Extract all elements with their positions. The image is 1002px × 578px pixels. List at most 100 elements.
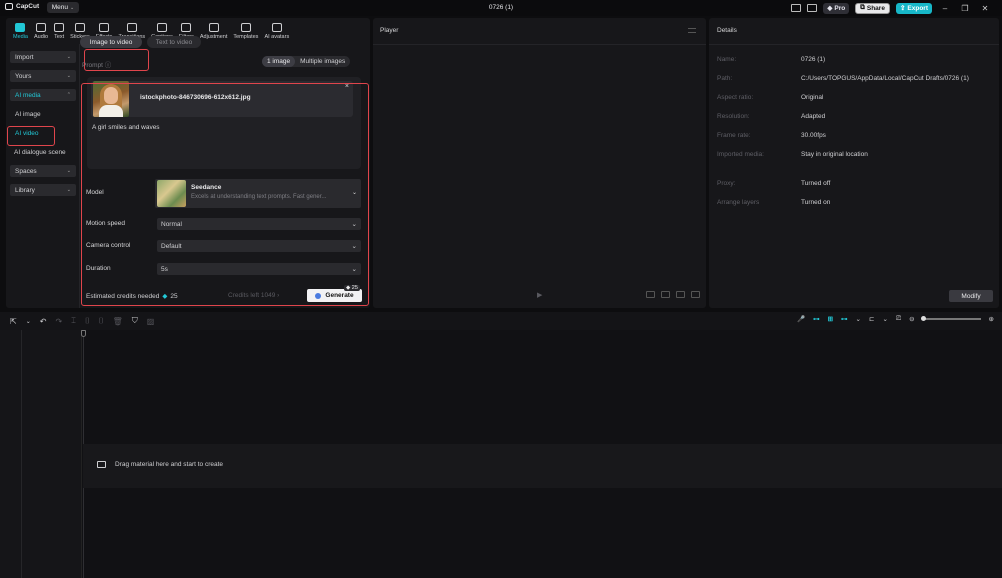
- split-right-icon[interactable]: ⌷: [99, 316, 104, 326]
- image-to-video-button[interactable]: Image to video: [80, 36, 142, 48]
- details-key: Imported media:: [717, 151, 764, 158]
- details-divider: [709, 44, 999, 45]
- drag-hint: Drag material here and start to create: [97, 461, 223, 468]
- tab-label: AI avatars: [264, 33, 290, 40]
- menu-icon[interactable]: [688, 28, 696, 33]
- delete-icon[interactable]: 🗑: [113, 317, 123, 326]
- export-button[interactable]: ⇪ Export: [895, 2, 932, 14]
- player-title: Player: [380, 27, 399, 34]
- layout-icon[interactable]: [791, 4, 802, 12]
- filters-icon: [181, 22, 192, 32]
- track-headers: [0, 330, 82, 578]
- details-key: Aspect ratio:: [717, 94, 754, 101]
- sidenav-library[interactable]: Library ⌄: [10, 184, 76, 196]
- zoom-slider[interactable]: [920, 316, 981, 321]
- select-cursor-icon[interactable]: ⇱: [10, 317, 17, 326]
- tab-templates[interactable]: Templates: [230, 18, 261, 44]
- share-button[interactable]: ⧉ Share: [855, 2, 890, 14]
- text-to-video-button[interactable]: Text to video: [147, 36, 201, 48]
- timeline: Drag material here and start to create: [0, 330, 1002, 578]
- undo-icon[interactable]: ↶: [40, 317, 47, 326]
- details-value: 30.00fps: [801, 132, 826, 139]
- shortcuts-icon[interactable]: [807, 4, 818, 12]
- chevron-down-icon[interactable]: ⌄: [26, 318, 31, 325]
- tab-label: Text: [54, 33, 65, 40]
- captions-icon: [157, 22, 167, 32]
- sidenav-yours-label: Yours: [15, 72, 32, 80]
- preview-axis-icon[interactable]: ⊏: [869, 315, 874, 323]
- zoom-in-icon[interactable]: ⊕: [989, 315, 994, 323]
- prompt-label: Prompt ⓘ: [82, 59, 111, 69]
- timeline-view-tools: 🎤 ⊶ ⊞ ⊶ ⌄ ⊏ ⌄ ⎚ ⊖ ⊕: [797, 315, 994, 323]
- pro-icon: ◆: [827, 5, 833, 12]
- image-count-toggle: 1 image Multiple images: [262, 56, 351, 67]
- chevron-up-icon: ⌃: [66, 92, 71, 98]
- modify-button[interactable]: Modify: [949, 290, 993, 302]
- sidenav-ai-dialogue-scene[interactable]: AI dialogue scene: [10, 146, 76, 158]
- redo-icon[interactable]: ↷: [55, 317, 62, 326]
- share-label: Share: [866, 4, 885, 12]
- details-key: Path:: [717, 75, 733, 82]
- image-icon[interactable]: ▨: [147, 317, 155, 326]
- sidenav-yours[interactable]: Yours ⌄: [10, 70, 76, 82]
- tab-text[interactable]: Text: [51, 18, 67, 44]
- fit-icon[interactable]: [646, 291, 655, 298]
- export-label: Export: [907, 4, 928, 12]
- playhead-handle[interactable]: [81, 330, 86, 337]
- sidenav-ai-image[interactable]: AI image: [10, 108, 76, 120]
- timeline-tools: ⇱ ⌄ ↶ ↷ ⌶ ⌷ ⌷ 🗑 ⛉ ▨: [10, 316, 154, 326]
- fullscreen-icon[interactable]: [691, 291, 700, 298]
- split-icon[interactable]: ⌶: [71, 316, 76, 326]
- drag-hint-text: Drag material here and start to create: [115, 461, 224, 468]
- chevron-down-icon[interactable]: ⌄: [856, 315, 861, 323]
- pro-button[interactable]: ◆ Pro: [823, 2, 850, 14]
- chevron-down-icon: ⌄: [66, 168, 71, 174]
- microphone-icon[interactable]: 🎤: [797, 315, 805, 323]
- tab-audio[interactable]: Audio: [31, 18, 51, 44]
- details-value: 0726 (1): [801, 56, 826, 63]
- sidenav-import-label: Import: [15, 53, 34, 61]
- details-value: Original: [801, 94, 824, 101]
- sidenav-import[interactable]: Import ⌄: [10, 51, 76, 63]
- zoom-out-icon[interactable]: ⊖: [909, 315, 914, 323]
- tab-ai-avatars[interactable]: AI avatars: [261, 18, 292, 44]
- maximize-icon[interactable]: ❐: [958, 4, 972, 13]
- details-value: Adapted: [801, 113, 826, 120]
- link-icon[interactable]: ⊶: [841, 315, 848, 323]
- sidenav-spaces-label: Spaces: [15, 167, 37, 175]
- shield-icon[interactable]: ⛉: [132, 316, 138, 326]
- export-icon: ⇪: [899, 5, 906, 12]
- split-left-icon[interactable]: ⌷: [85, 316, 90, 326]
- tab-media[interactable]: Media: [10, 18, 31, 44]
- details-title: Details: [717, 27, 737, 34]
- link-main-track-icon[interactable]: ⊶: [813, 315, 820, 323]
- sidenav-ai-media[interactable]: AI media ⌃: [10, 89, 76, 101]
- minimize-icon[interactable]: –: [938, 4, 952, 13]
- details-value: Turned on: [801, 199, 831, 206]
- magnet-icon[interactable]: ⊞: [828, 315, 833, 323]
- track-header-divider: [21, 330, 22, 578]
- sidenav-divider: [79, 44, 80, 308]
- player-divider: [373, 44, 706, 45]
- one-image-option[interactable]: 1 image: [262, 56, 296, 67]
- chevron-down-icon[interactable]: ⌄: [882, 315, 887, 323]
- play-icon[interactable]: ▶: [537, 291, 542, 299]
- player-panel: Player ▶: [373, 18, 706, 308]
- stickers-icon: [74, 22, 85, 32]
- subtitle-icon[interactable]: ⎚: [896, 315, 901, 323]
- pro-label: Pro: [834, 4, 846, 12]
- share-icon: ⧉: [860, 4, 865, 11]
- sidenav-library-label: Library: [15, 186, 35, 194]
- audio-icon: [36, 22, 47, 32]
- ratio-icon[interactable]: [676, 291, 685, 298]
- tab-label: Audio: [33, 33, 49, 40]
- multiple-images-option[interactable]: Multiple images: [295, 56, 350, 67]
- details-value: Turned off: [801, 180, 831, 187]
- close-icon[interactable]: ✕: [978, 4, 992, 13]
- media-icon: [15, 22, 26, 32]
- tab-adjustment[interactable]: Adjustment: [197, 18, 231, 44]
- crop-icon[interactable]: [661, 291, 670, 298]
- sidenav-spaces[interactable]: Spaces ⌄: [10, 165, 76, 177]
- tab-label: Media: [13, 33, 28, 40]
- titlebar-actions: ◆ Pro ⧉ Share ⇪ Export – ❐ ✕: [791, 2, 1002, 14]
